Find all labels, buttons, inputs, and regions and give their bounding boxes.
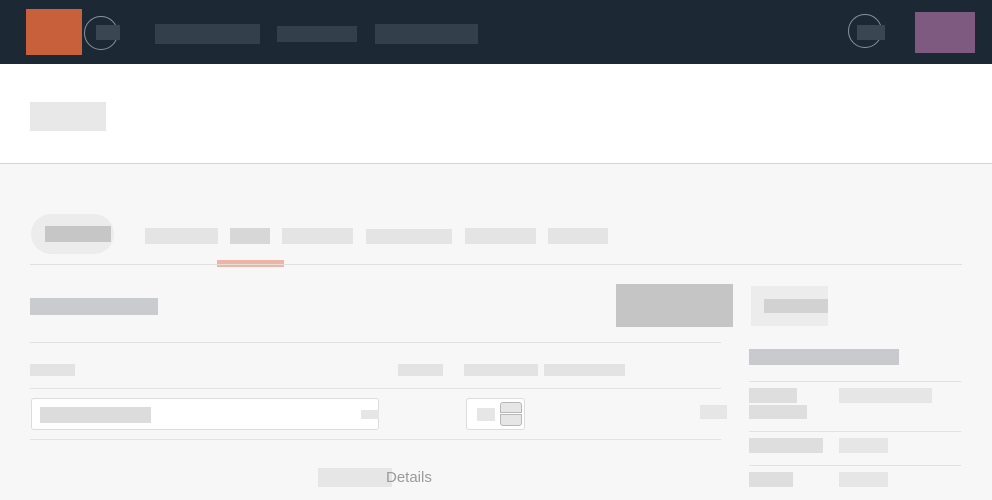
summary-row-label-line2 bbox=[749, 405, 807, 419]
stepper-up-icon[interactable] bbox=[500, 402, 522, 413]
page-header bbox=[0, 64, 992, 164]
side-button-label bbox=[764, 299, 828, 313]
row-amount bbox=[700, 405, 727, 419]
top-navigation-bar bbox=[0, 0, 992, 64]
column-header-quantity bbox=[464, 364, 538, 376]
divider bbox=[749, 381, 961, 382]
quantity-value bbox=[477, 408, 495, 421]
stepper-down-icon[interactable] bbox=[500, 414, 522, 426]
name-input-suffix bbox=[361, 410, 379, 419]
column-header-name bbox=[30, 364, 75, 376]
tab-6[interactable] bbox=[548, 228, 608, 244]
summary-row-label bbox=[749, 438, 823, 453]
details-link-placeholder bbox=[318, 468, 392, 487]
tab-2[interactable] bbox=[230, 228, 270, 244]
name-input-value bbox=[40, 407, 151, 423]
primary-button[interactable] bbox=[616, 284, 733, 327]
section-title bbox=[30, 298, 158, 315]
summary-row-value bbox=[839, 438, 888, 453]
help-icon[interactable] bbox=[848, 14, 885, 48]
name-input[interactable] bbox=[31, 398, 379, 430]
quantity-stepper[interactable] bbox=[466, 398, 525, 430]
details-link[interactable]: Details bbox=[386, 468, 432, 487]
tab-5[interactable] bbox=[465, 228, 536, 244]
column-header-4 bbox=[544, 364, 625, 376]
nav-link-1[interactable] bbox=[155, 24, 260, 44]
column-header-2 bbox=[398, 364, 443, 376]
menu-icon[interactable] bbox=[84, 16, 120, 50]
divider bbox=[30, 439, 721, 440]
tab-1[interactable] bbox=[145, 228, 218, 244]
summary-row-value bbox=[839, 388, 932, 403]
tab-3[interactable] bbox=[282, 228, 353, 244]
summary-row-label bbox=[749, 388, 797, 403]
avatar[interactable] bbox=[915, 12, 975, 53]
page-title bbox=[30, 102, 106, 131]
divider bbox=[30, 388, 721, 389]
summary-row-label bbox=[749, 472, 793, 487]
divider bbox=[749, 465, 961, 466]
divider bbox=[749, 431, 961, 432]
summary-row-value bbox=[839, 472, 888, 487]
side-button[interactable] bbox=[751, 286, 828, 326]
nav-link-3[interactable] bbox=[375, 24, 478, 44]
tab-4[interactable] bbox=[366, 229, 452, 244]
nav-link-2[interactable] bbox=[277, 26, 357, 42]
summary-title bbox=[749, 349, 899, 365]
tab-pill[interactable] bbox=[31, 214, 114, 254]
app-logo[interactable] bbox=[26, 9, 82, 55]
tab-pill-label bbox=[45, 226, 111, 242]
divider bbox=[30, 342, 721, 343]
tab-divider bbox=[30, 264, 962, 265]
